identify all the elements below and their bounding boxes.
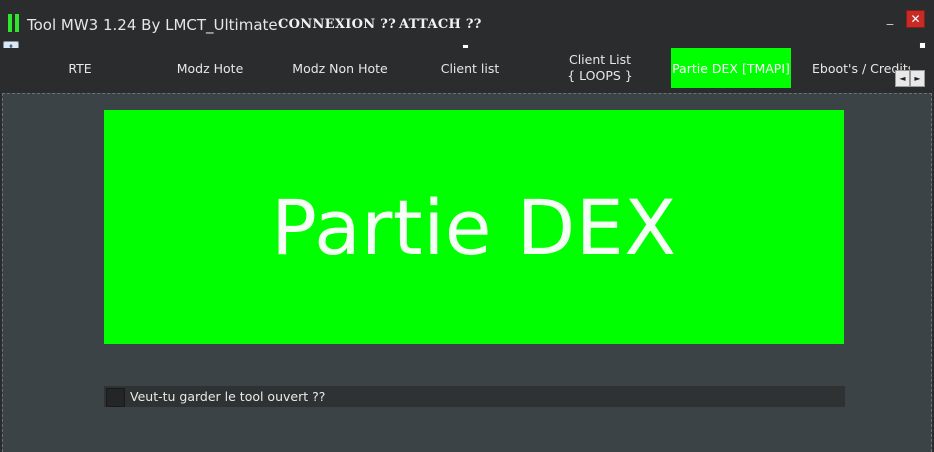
menu-connexion[interactable]: CONNEXION ??	[278, 17, 396, 32]
tab-scroll-left-button[interactable]: ◄	[895, 70, 910, 87]
keep-open-checkbox-row[interactable]: Veut-tu garder le tool ouvert ??	[104, 386, 845, 407]
banner-title: Partie DEX	[271, 182, 677, 272]
tab-modz-non-hote-label: Modz Non Hote	[292, 60, 388, 76]
keep-open-label[interactable]: Veut-tu garder le tool ouvert ??	[130, 389, 325, 404]
tab-modz-hote[interactable]: Modz Hote	[150, 48, 270, 88]
tab-scroll-right-button[interactable]: ►	[910, 70, 925, 87]
tab-client-list-loops-sublabel: { LOOPS }	[567, 68, 633, 83]
tab-client-list-loops-label: Client List	[568, 52, 631, 67]
dex-banner: Partie DEX	[104, 110, 844, 344]
tab-client-list[interactable]: Client list	[410, 48, 530, 88]
menu-attach[interactable]: ATTACH ??	[399, 17, 482, 32]
title-bar: Tool MW3 1.24 By LMCT_Ultimate CONNEXION…	[0, 0, 934, 48]
tab-partie-dex-label: Partie DEX [TMAPI]	[672, 60, 790, 76]
window-title: Tool MW3 1.24 By LMCT_Ultimate	[27, 16, 278, 34]
keep-open-checkbox[interactable]	[106, 388, 125, 407]
app-logo-icon-left	[8, 14, 12, 32]
close-button[interactable]: ✕	[906, 10, 925, 28]
tab-client-list-label: Client list	[440, 60, 500, 76]
app-logo-icon-right	[15, 14, 19, 32]
tab-rte-label: RTE	[68, 60, 92, 76]
tab-modz-hote-label: Modz Hote	[176, 60, 244, 76]
tab-partie-dex[interactable]: Partie DEX [TMAPI]	[671, 48, 791, 88]
tab-bar: RTE Modz Hote Modz Non Hote Client list …	[0, 48, 934, 92]
tab-client-list-loops[interactable]: Client List { LOOPS }	[540, 48, 660, 88]
tab-eboots-credits[interactable]: Eboot's / Credits	[800, 48, 910, 88]
minimize-button[interactable]: _	[883, 12, 897, 27]
tab-modz-non-hote[interactable]: Modz Non Hote	[280, 48, 400, 88]
tab-rte[interactable]: RTE	[20, 48, 140, 88]
